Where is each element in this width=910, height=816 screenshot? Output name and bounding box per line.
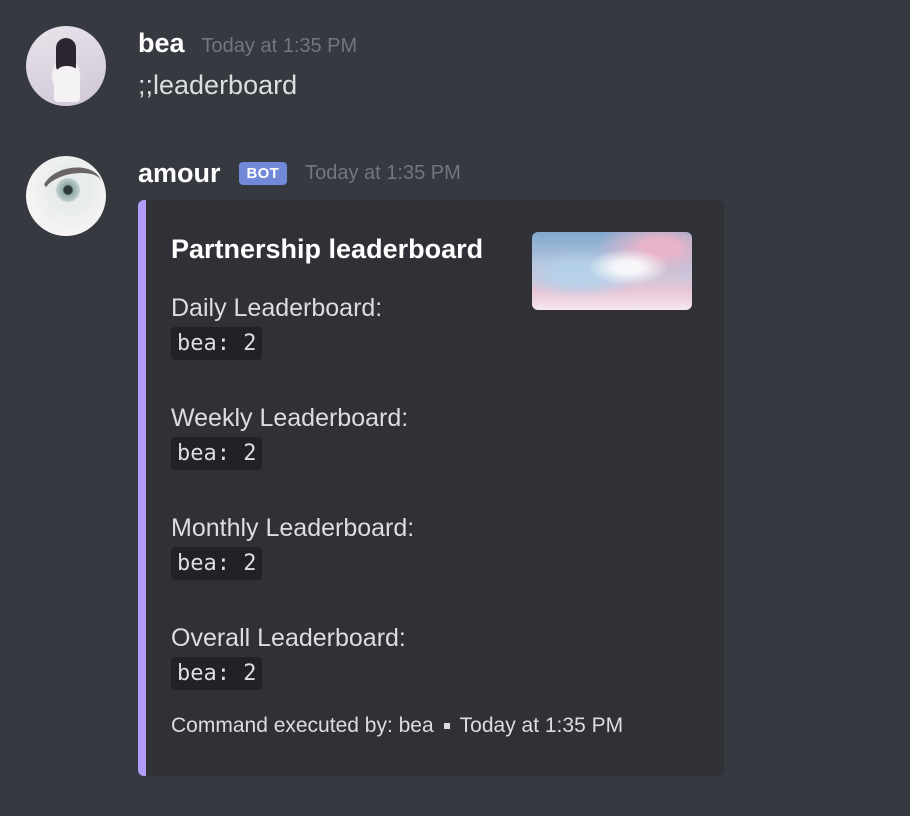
embed-title: Partnership leaderboard <box>171 234 484 264</box>
message-header: bea Today at 1:35 PM <box>138 28 357 59</box>
field-value-code: bea: 2 <box>171 547 263 580</box>
message-header: amour BOT Today at 1:35 PM <box>138 158 461 189</box>
embed-field: Monthly Leaderboard: bea: 2 <box>171 514 414 580</box>
embed: Partnership leaderboard Daily Leaderboar… <box>138 200 724 776</box>
field-value-code: bea: 2 <box>171 657 263 690</box>
field-name: Overall Leaderboard: <box>171 624 406 652</box>
footer-text: Command executed by: bea <box>171 714 434 737</box>
bot-tag: BOT <box>238 162 288 185</box>
embed-field: Daily Leaderboard: bea: 2 <box>171 294 382 360</box>
username[interactable]: amour <box>138 158 221 189</box>
avatar[interactable] <box>26 156 106 236</box>
field-value-code: bea: 2 <box>171 327 263 360</box>
avatar-eye-iris <box>56 178 80 202</box>
field-name: Daily Leaderboard: <box>171 294 383 322</box>
timestamp: Today at 1:35 PM <box>305 162 461 184</box>
field-name: Monthly Leaderboard: <box>171 514 415 542</box>
timestamp: Today at 1:35 PM <box>201 35 358 57</box>
embed-field: Weekly Leaderboard: bea: 2 <box>171 404 408 470</box>
embed-thumbnail[interactable] <box>532 232 692 310</box>
embed-field: Overall Leaderboard: bea: 2 <box>171 624 406 690</box>
embed-footer: Command executed by: bea Today at 1:35 P… <box>171 714 623 738</box>
username[interactable]: bea <box>138 28 185 59</box>
avatar[interactable] <box>26 26 106 106</box>
message-content: ;;leaderboard <box>138 70 298 100</box>
separator-dot <box>443 723 450 729</box>
field-value-code: bea: 2 <box>171 437 263 470</box>
footer-timestamp: Today at 1:35 PM <box>459 714 624 737</box>
field-name: Weekly Leaderboard: <box>171 404 409 432</box>
avatar-figure-body <box>54 66 80 102</box>
